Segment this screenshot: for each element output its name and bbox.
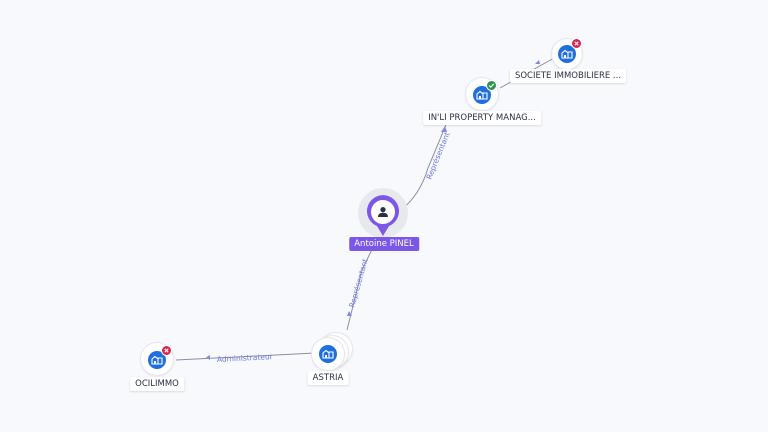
user-icon bbox=[378, 207, 388, 217]
edge-label-center-inli: Représentant bbox=[425, 131, 452, 181]
company-label-astria[interactable]: ASTRIA bbox=[307, 371, 349, 385]
person-node[interactable] bbox=[358, 188, 410, 240]
edge-arrow-ocilimmo bbox=[206, 355, 210, 360]
company-node-inli[interactable] bbox=[466, 78, 500, 112]
company-label-ocilimmo[interactable]: OCILIMMO bbox=[130, 377, 184, 391]
company-node-ocilimmo[interactable] bbox=[141, 343, 175, 377]
company-node-societe[interactable] bbox=[552, 38, 584, 71]
edge-label-astria-ocilimmo: Administrateur bbox=[217, 352, 274, 364]
edge-arrow-societe bbox=[535, 60, 540, 64]
company-node-astria[interactable] bbox=[312, 333, 352, 370]
check-icon bbox=[486, 80, 497, 91]
edge-label-center-astria: Représentant bbox=[347, 258, 370, 309]
close-icon bbox=[161, 345, 172, 356]
close-icon bbox=[571, 38, 582, 49]
company-label-societe[interactable]: SOCIETE IMMOBILIERE ... bbox=[509, 69, 627, 83]
person-name-label[interactable]: Antoine PINEL bbox=[349, 237, 419, 251]
building-icon bbox=[319, 345, 337, 363]
company-label-inli[interactable]: IN'LI PROPERTY MANAG... bbox=[423, 111, 541, 125]
